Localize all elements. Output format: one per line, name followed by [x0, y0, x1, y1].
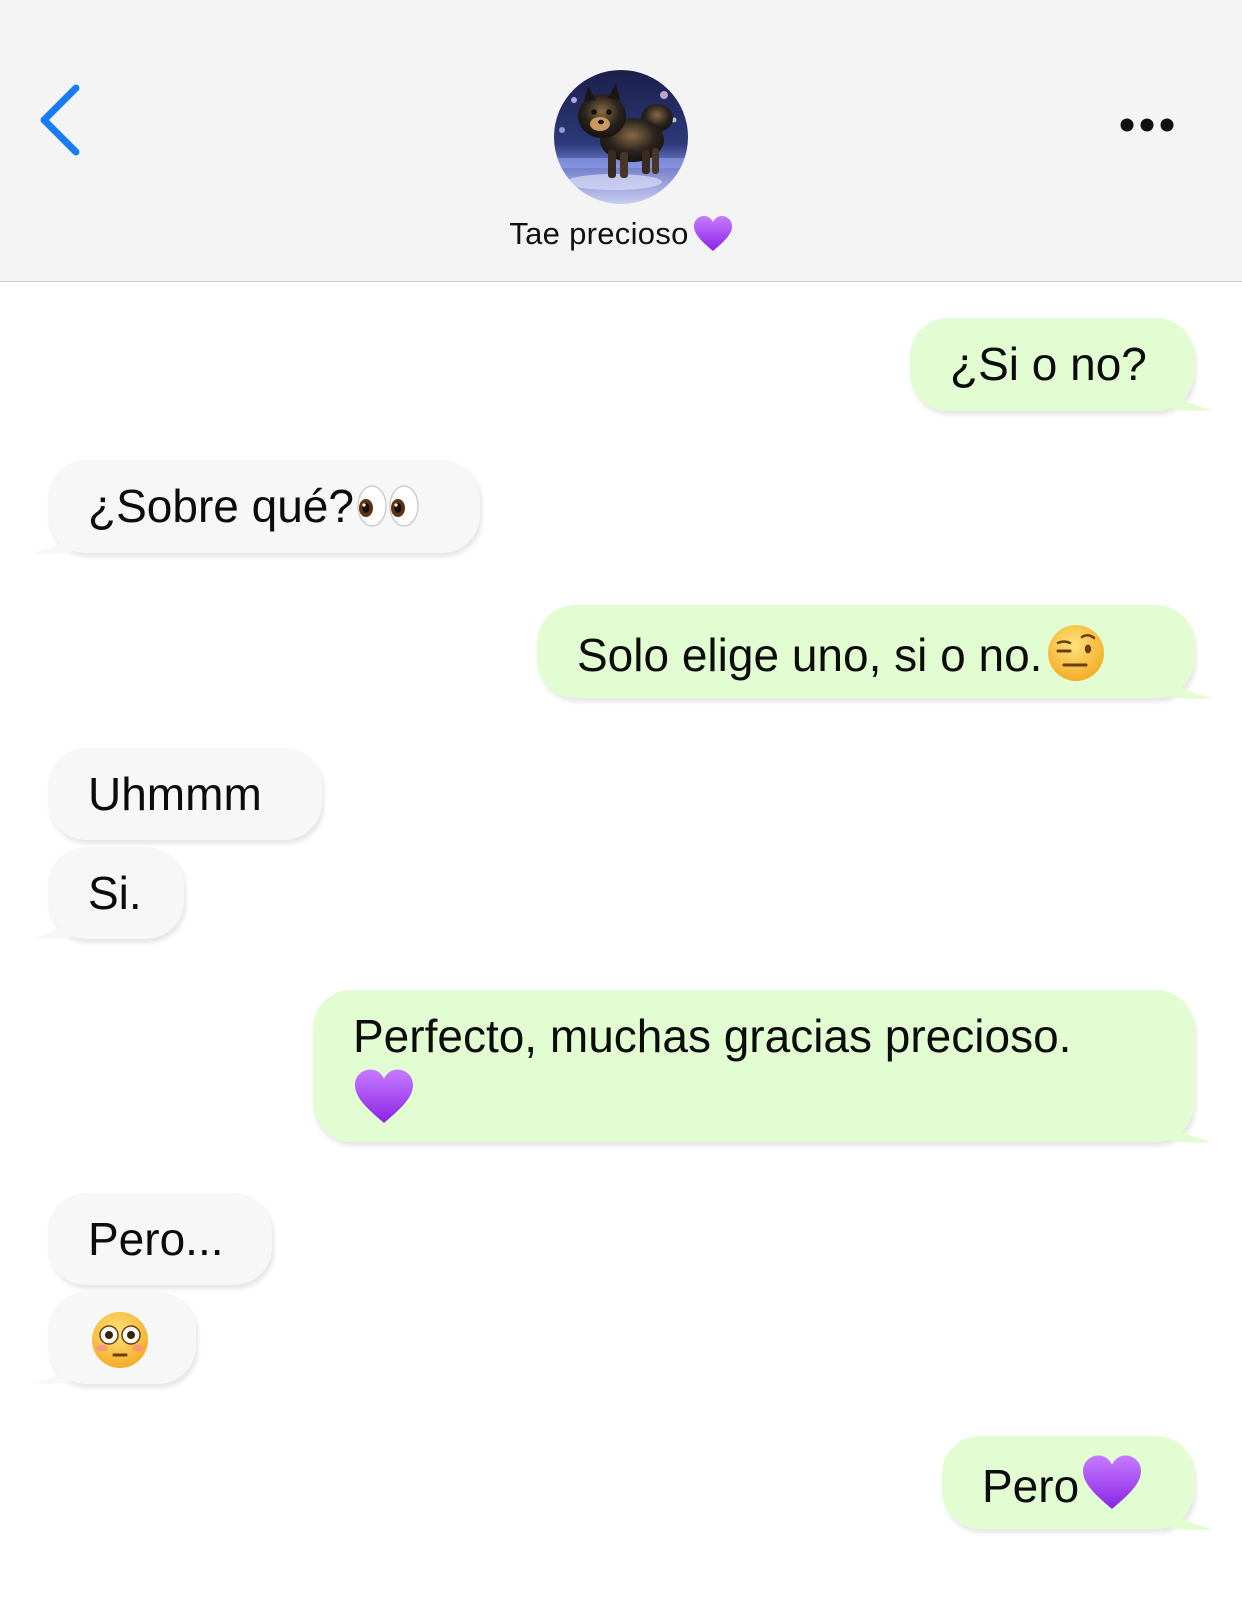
- message-text: Si.: [88, 867, 142, 919]
- message-text: Perfecto, muchas gracias precioso.: [353, 1010, 1072, 1062]
- incoming-message[interactable]: ¿Sobre qué?: [48, 460, 480, 553]
- outgoing-message[interactable]: Solo elige uno, si o no.: [537, 605, 1194, 698]
- outgoing-message[interactable]: Perfecto, muchas gracias precioso.: [313, 990, 1194, 1142]
- raised-eyebrow-face-emoji: [1048, 625, 1105, 681]
- outgoing-message[interactable]: ¿Si o no?: [910, 318, 1194, 411]
- back-button[interactable]: [30, 80, 100, 170]
- contact-avatar[interactable]: [554, 70, 688, 204]
- chat-header: Tae precioso: [0, 0, 1242, 282]
- message-text: ¿Si o no?: [950, 338, 1147, 390]
- incoming-message[interactable]: Si.: [48, 847, 184, 939]
- contact-name[interactable]: Tae precioso: [0, 215, 1242, 253]
- dog-photo: [554, 70, 688, 204]
- flushed-face-emoji: [92, 1311, 148, 1368]
- message-text: Solo elige uno, si o no.: [577, 629, 1043, 681]
- incoming-message[interactable]: Pero...: [48, 1193, 272, 1285]
- purple-heart-emoji: [355, 1069, 413, 1123]
- outgoing-message[interactable]: Pero: [942, 1436, 1194, 1529]
- purple-heart-emoji: [1083, 1455, 1142, 1509]
- message-text: ¿Sobre qué?: [88, 480, 354, 532]
- ellipsis-icon: [1120, 118, 1174, 132]
- incoming-message[interactable]: Uhmmm: [48, 748, 322, 840]
- more-options-button[interactable]: [1115, 105, 1195, 145]
- chevron-left-icon: [40, 84, 80, 156]
- chat-screen: Tae precioso ¿Si o no? ¿Sobre qué? Solo …: [0, 0, 1242, 1607]
- contact-name-text: Tae precioso: [509, 216, 689, 251]
- message-text: Pero...: [88, 1213, 224, 1265]
- purple-heart-icon: [693, 216, 732, 251]
- message-text: Uhmmm: [88, 768, 262, 820]
- eyes-emoji: [357, 485, 419, 527]
- incoming-message[interactable]: [48, 1292, 196, 1384]
- message-text: Pero: [982, 1460, 1080, 1512]
